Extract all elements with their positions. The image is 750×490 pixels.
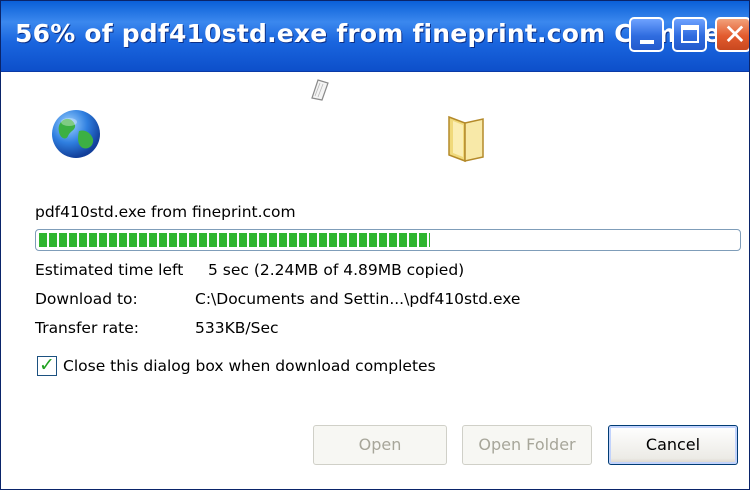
transfer-rate-label: Transfer rate:: [35, 319, 139, 337]
download-source: pdf410std.exe from fineprint.com: [35, 203, 296, 221]
minimize-button[interactable]: [629, 17, 664, 52]
estimated-time-value: 5 sec (2.24MB of 4.89MB copied): [208, 261, 465, 279]
download-progress-bar: [35, 229, 741, 251]
download-dialog: 56% of pdf410std.exe from fineprint.com …: [0, 0, 750, 490]
paper-icon: [311, 79, 329, 101]
title-bar[interactable]: 56% of pdf410std.exe from fineprint.com …: [1, 1, 749, 72]
progress-fill: [39, 233, 430, 247]
globe-icon: [52, 110, 100, 158]
download-to-value: C:\Documents and Settin...\pdf410std.exe: [195, 290, 521, 308]
cancel-button[interactable]: Cancel: [608, 425, 738, 465]
transfer-rate-value: 533KB/Sec: [195, 319, 279, 337]
check-icon: ✓: [39, 354, 55, 376]
close-icon: ✕: [723, 18, 747, 51]
open-button[interactable]: Open: [313, 425, 447, 465]
folder-icon: [448, 115, 484, 163]
download-to-label: Download to:: [35, 290, 138, 308]
estimated-time-label: Estimated time left: [35, 261, 184, 279]
close-when-done-checkbox[interactable]: ✓: [37, 354, 57, 376]
close-when-done-label[interactable]: Close this dialog box when download comp…: [63, 357, 436, 375]
close-button[interactable]: ✕: [715, 17, 749, 52]
maximize-icon: [681, 25, 699, 43]
open-folder-button[interactable]: Open Folder: [462, 425, 592, 465]
maximize-button[interactable]: [672, 17, 707, 52]
minimize-icon: [640, 40, 654, 44]
